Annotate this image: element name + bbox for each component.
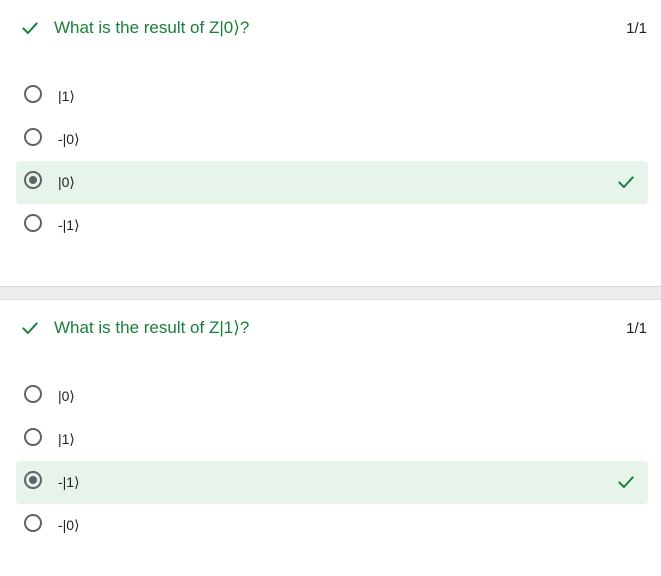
option-item[interactable]: -|0⟩ xyxy=(16,504,648,547)
section-divider xyxy=(0,286,661,300)
question-header: What is the result of Z|1⟩? 1/1 xyxy=(0,300,661,356)
question-card: What is the result of Z|1⟩? 1/1 |0⟩ |1⟩ … xyxy=(0,300,661,576)
option-item[interactable]: -|1⟩ xyxy=(16,204,648,247)
correct-check-icon xyxy=(618,476,634,488)
option-label: -|1⟩ xyxy=(58,474,80,490)
correct-check-icon xyxy=(618,176,634,188)
option-item-correct[interactable]: -|1⟩ xyxy=(16,461,648,504)
option-item[interactable]: |1⟩ xyxy=(16,75,648,118)
option-label: |0⟩ xyxy=(58,388,75,404)
question-score: 1/1 xyxy=(626,20,647,37)
option-label: -|0⟩ xyxy=(58,131,80,147)
options-list: |0⟩ |1⟩ -|1⟩ -|0⟩ xyxy=(16,375,648,547)
radio-button[interactable] xyxy=(24,385,42,403)
check-icon xyxy=(22,322,38,334)
radio-button[interactable] xyxy=(24,514,42,532)
option-label: -|0⟩ xyxy=(58,517,80,533)
radio-dot xyxy=(29,176,37,184)
radio-button[interactable] xyxy=(24,428,42,446)
option-label: |0⟩ xyxy=(58,174,75,190)
option-label: |1⟩ xyxy=(58,88,75,104)
option-item[interactable]: -|0⟩ xyxy=(16,118,648,161)
radio-button-checked[interactable] xyxy=(24,171,42,189)
question-title: What is the result of Z|1⟩? xyxy=(54,318,250,337)
question-header: What is the result of Z|0⟩? 1/1 xyxy=(0,0,661,56)
option-label: |1⟩ xyxy=(58,431,75,447)
check-icon xyxy=(22,22,38,34)
radio-button[interactable] xyxy=(24,85,42,103)
option-item-correct[interactable]: |0⟩ xyxy=(16,161,648,204)
radio-button[interactable] xyxy=(24,214,42,232)
question-title: What is the result of Z|0⟩? xyxy=(54,18,250,37)
radio-button-checked[interactable] xyxy=(24,471,42,489)
question-card: What is the result of Z|0⟩? 1/1 |1⟩ -|0⟩… xyxy=(0,0,661,286)
option-item[interactable]: |1⟩ xyxy=(16,418,648,461)
question-score: 1/1 xyxy=(626,320,647,337)
option-item[interactable]: |0⟩ xyxy=(16,375,648,418)
radio-button[interactable] xyxy=(24,128,42,146)
options-list: |1⟩ -|0⟩ |0⟩ -|1⟩ xyxy=(16,75,648,247)
radio-dot xyxy=(29,476,37,484)
option-label: -|1⟩ xyxy=(58,217,80,233)
